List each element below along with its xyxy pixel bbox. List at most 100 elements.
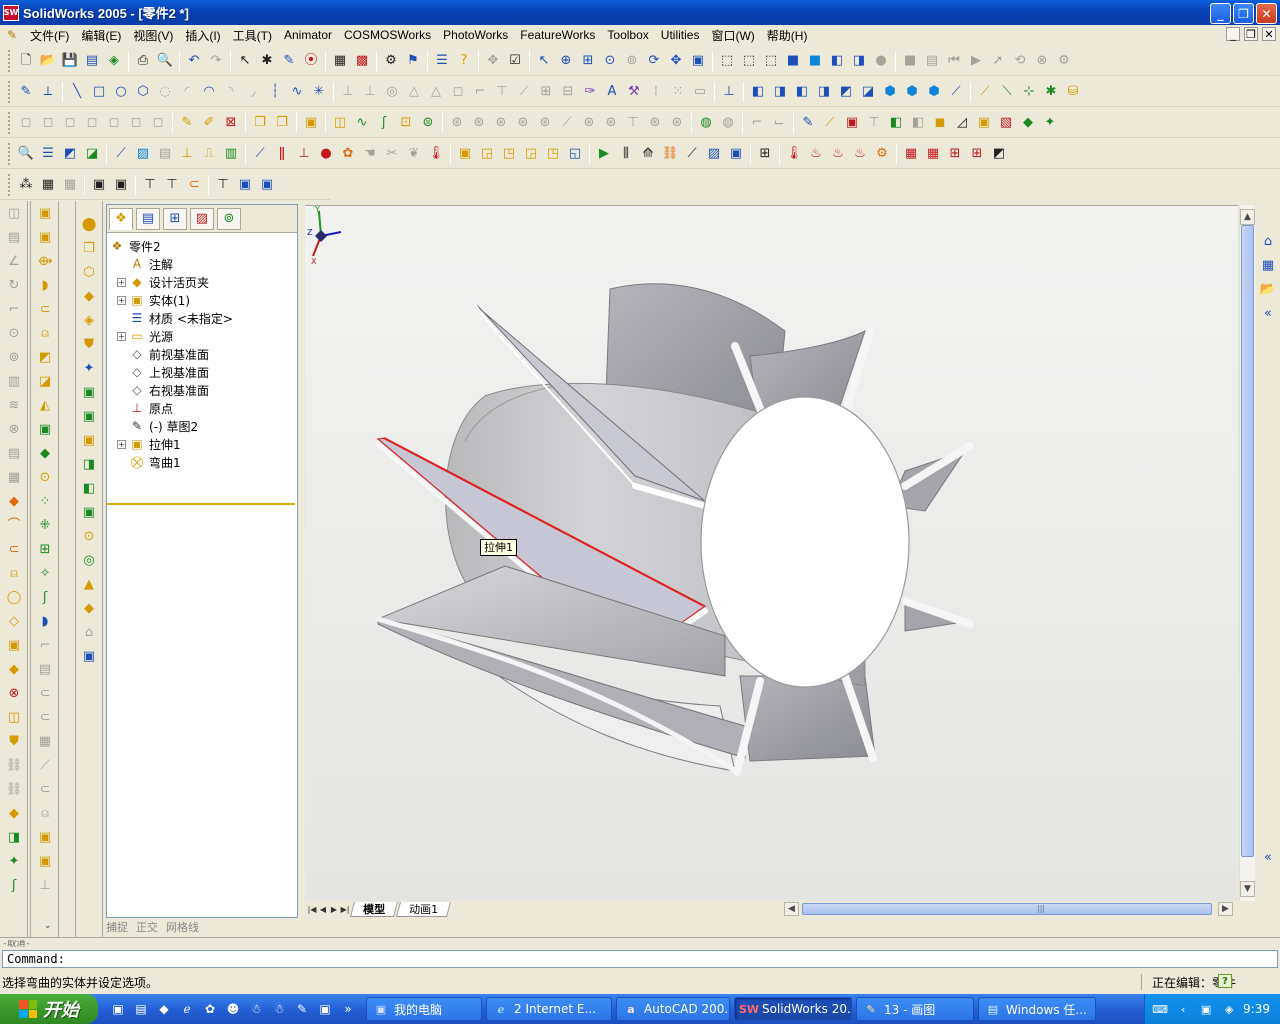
sketch-icon[interactable]: ✎ (279, 51, 299, 71)
surface-radiate-icon[interactable]: ◻ (126, 113, 146, 133)
centerline-icon[interactable]: ┆ (265, 82, 285, 102)
palette-scroll-down-icon[interactable]: ⌄ (44, 921, 52, 931)
sweep-feature-icon[interactable]: ◳ (499, 144, 519, 164)
parting-line-icon[interactable]: ⊛ (469, 113, 489, 133)
scroll-down-icon[interactable]: ▼ (1240, 881, 1255, 897)
table-small-icon[interactable]: ▤ (4, 442, 24, 464)
left-view-icon[interactable]: ◧ (792, 82, 812, 102)
grid-sketch-icon[interactable]: ▥ (4, 370, 24, 392)
wireframe-icon[interactable]: ⬚ (717, 51, 737, 71)
shut-off-surface-icon[interactable]: ⊛ (491, 113, 511, 133)
pan-icon[interactable]: ✥ (666, 51, 686, 71)
circular-pattern-icon[interactable]: ⁜ (35, 514, 55, 536)
title-bar[interactable]: SW SolidWorks 2005 - [零件2 *] _ ❐ ✕ (0, 0, 1280, 25)
circle-icon[interactable]: ○ (111, 82, 131, 102)
sketched-bend-icon[interactable]: ⌐ (747, 113, 767, 133)
expand-toggle-icon[interactable]: + (117, 295, 126, 305)
keyboard-icon[interactable]: ⌨ (1152, 1001, 1168, 1017)
explode-icon[interactable]: ⟲ (1010, 51, 1030, 71)
point-icon[interactable]: ✳ (309, 82, 329, 102)
partial-ellipse-icon[interactable]: ◜ (177, 82, 197, 102)
menu-featureworks[interactable]: FeatureWorks (514, 28, 601, 42)
curvature-icon[interactable]: ▥ (221, 144, 241, 164)
geometry-analysis-icon[interactable]: ▨ (133, 144, 153, 164)
sweep-palette-icon[interactable]: ⟴ (35, 250, 55, 272)
mirror-palette-icon[interactable]: ⊞ (35, 538, 55, 560)
face-icon[interactable]: ☻ (224, 1000, 242, 1018)
rollback-bar[interactable] (107, 503, 295, 505)
zoom-in-out-icon[interactable]: ⊙ (600, 51, 620, 71)
photoworks-tab[interactable]: ▨ (190, 207, 214, 230)
magnet-icon[interactable]: ⊂ (4, 538, 24, 560)
thickness-analysis-icon[interactable]: ⊥ (177, 144, 197, 164)
mirror-icon[interactable]: ⊥ (338, 82, 358, 102)
surface-sweep-icon[interactable]: ◻ (60, 113, 80, 133)
shell-palette-icon[interactable]: ▣ (35, 418, 55, 440)
qq-icon[interactable]: ☃ (247, 1000, 265, 1018)
diamond-icon[interactable]: ◇ (4, 610, 24, 632)
expand-toggle-icon[interactable]: + (117, 439, 126, 449)
tree-item[interactable]: + ▣ 拉伸1 (107, 435, 297, 453)
right-view-icon[interactable]: ◨ (814, 82, 834, 102)
table-large-icon[interactable]: ▦ (4, 466, 24, 488)
zoom-area-icon[interactable]: ⊞ (578, 51, 598, 71)
first-frame-icon[interactable]: ⏮ (944, 51, 964, 71)
draft-analysis-icon[interactable]: ⊤ (623, 113, 643, 133)
construction-icon[interactable]: ⟋ (514, 82, 534, 102)
cut-revolve-palette-icon[interactable]: ⍝ (35, 322, 55, 344)
open-folder-icon[interactable]: 📂 (38, 51, 58, 71)
sketch-tool-icon[interactable]: ✎ (16, 82, 36, 102)
measure-icon[interactable]: ⟍ (997, 82, 1017, 102)
linear-pattern-sketch-icon[interactable]: ⊞ (536, 82, 556, 102)
extrude-feature-icon[interactable]: ▣ (455, 144, 475, 164)
run-simulation-icon[interactable]: ▶ (594, 144, 614, 164)
stack-icon[interactable]: ≋ (4, 394, 24, 416)
modify-sketch-icon[interactable]: ✑ (580, 82, 600, 102)
table-icon[interactable]: ▦ (38, 175, 58, 195)
featuremanager-tab[interactable]: ❖ (109, 207, 133, 230)
mass-properties-icon[interactable]: ⛁ (1063, 82, 1083, 102)
boss-icon[interactable]: ▣ (4, 634, 24, 656)
three-point-arc-icon[interactable]: ◞ (243, 82, 263, 102)
rectangle-icon[interactable]: □ (89, 82, 109, 102)
select-arrow-icon[interactable]: ↖ (235, 51, 255, 71)
shaded-edges-icon[interactable]: ■ (783, 51, 803, 71)
sheet-metal-icon[interactable]: ◍ (696, 113, 716, 133)
base-flange-icon[interactable]: ◍ (718, 113, 738, 133)
convection-icon[interactable]: ♨ (850, 144, 870, 164)
bolt-icon[interactable]: ⊤ (162, 175, 182, 195)
realview-icon[interactable]: ● (871, 51, 891, 71)
convert-entities-icon[interactable]: ◎ (382, 82, 402, 102)
expand-task-pane-icon[interactable]: « (1258, 847, 1278, 867)
tile-icon[interactable]: ▣ (111, 175, 131, 195)
doc-minimize-button[interactable]: _ (1226, 27, 1240, 41)
mesh-icon[interactable]: ⫼ (616, 144, 636, 164)
help-icon[interactable]: ? (454, 51, 474, 71)
radiation-icon[interactable]: ⚙ (872, 144, 892, 164)
link-icon[interactable]: ⛓ (4, 754, 24, 776)
revolve-palette-icon[interactable]: ▣ (35, 226, 55, 248)
menu-file[interactable]: 文件(F) (24, 27, 75, 44)
toolbox-tab[interactable]: ⊚ (217, 207, 241, 230)
make-drawing-icon[interactable]: ▤ (82, 51, 102, 71)
file-explorer-icon[interactable]: 📂 (1258, 279, 1278, 299)
parting-surface-icon[interactable]: ⊛ (513, 113, 533, 133)
rotate-icon[interactable]: ⟳ (644, 51, 664, 71)
properties-grid-icon[interactable]: ⁂ (16, 175, 36, 195)
thermometer-icon[interactable]: 🌡 (426, 144, 446, 164)
surface-cut-icon[interactable]: ◆ (79, 597, 99, 619)
doc-restore-button[interactable]: ❐ (1244, 27, 1258, 41)
messenger-icon[interactable]: ✿ (201, 1000, 219, 1018)
weld-bead-icon[interactable]: ◿ (952, 113, 972, 133)
collapse-task-pane-icon[interactable]: « (1258, 303, 1278, 323)
tab-prev-icon[interactable]: ◀ (318, 903, 328, 915)
sketch-grid-icon[interactable]: ⁞ (646, 82, 666, 102)
menu-toolbox[interactable]: Toolbox (601, 28, 654, 42)
grid-icon[interactable]: ▦ (330, 51, 350, 71)
cavity-icon[interactable]: ⊛ (579, 113, 599, 133)
hole-palette-icon[interactable]: ⊙ (35, 466, 55, 488)
menu-animator[interactable]: Animator (278, 28, 338, 42)
toolbar-grip[interactable] (8, 80, 11, 103)
sketch3d-icon[interactable]: ✎ (177, 113, 197, 133)
replace-face-icon[interactable]: ▣ (35, 850, 55, 872)
